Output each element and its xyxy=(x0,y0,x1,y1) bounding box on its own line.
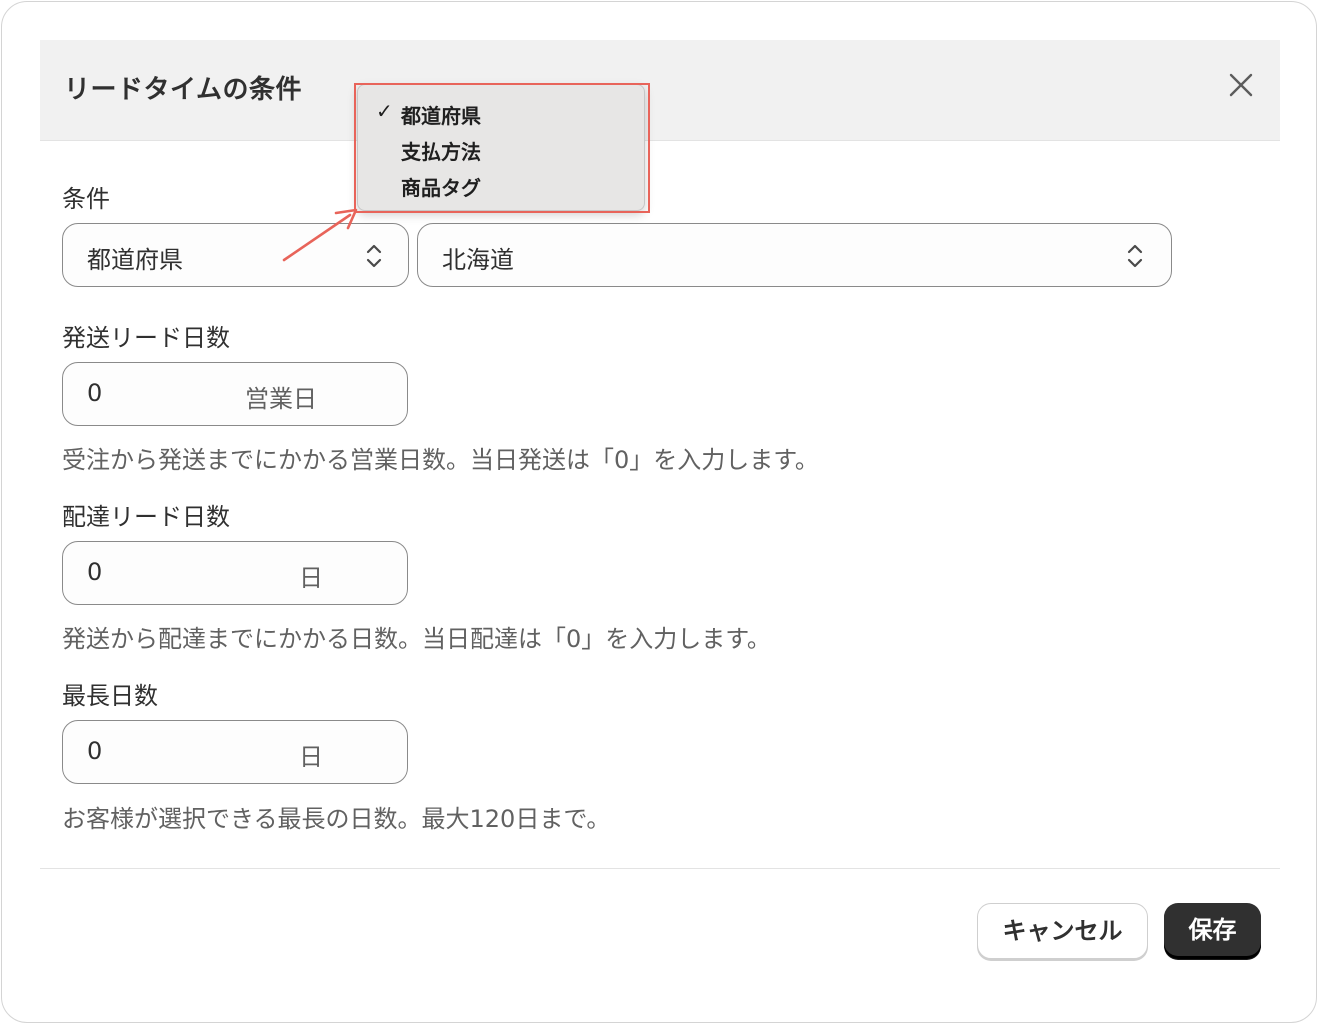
dropdown-option-label: 都道府県 xyxy=(401,104,481,128)
condition-label: 条件 xyxy=(62,185,110,213)
dropdown-option-prefecture[interactable]: ✓ 都道府県 xyxy=(358,94,644,128)
shipping-lead-label: 発送リード日数 xyxy=(62,324,230,352)
max-days-input[interactable]: 0 日 xyxy=(62,720,408,784)
save-button[interactable]: 保存 xyxy=(1164,903,1261,959)
lead-time-condition-modal: リードタイムの条件 条件 都道府県 北海道 発送リード日数 0 営業日 受注から… xyxy=(40,40,1280,985)
shipping-lead-suffix: 営業日 xyxy=(245,385,317,413)
chevron-up-down-icon xyxy=(366,244,382,268)
close-icon xyxy=(1229,73,1253,97)
dropdown-option-label: 支払方法 xyxy=(401,140,481,164)
delivery-lead-suffix: 日 xyxy=(299,564,323,592)
shipping-lead-value: 0 xyxy=(87,379,103,407)
chevron-up-down-icon xyxy=(1127,244,1143,268)
cancel-button[interactable]: キャンセル xyxy=(977,903,1148,959)
max-days-value: 0 xyxy=(87,737,103,765)
delivery-lead-input[interactable]: 0 日 xyxy=(62,541,408,605)
delivery-lead-value: 0 xyxy=(87,558,103,586)
modal-header: リードタイムの条件 xyxy=(40,40,1280,141)
dropdown-option-label: 商品タグ xyxy=(401,176,481,200)
shipping-lead-input[interactable]: 0 営業日 xyxy=(62,362,408,426)
close-button[interactable] xyxy=(1223,67,1259,103)
shipping-lead-help: 受注から発送までにかかる営業日数。当日発送は「0」を入力します。 xyxy=(62,446,819,474)
checkmark-icon: ✓ xyxy=(376,99,393,123)
delivery-lead-label: 配達リード日数 xyxy=(62,503,230,531)
max-days-label: 最長日数 xyxy=(62,682,158,710)
condition-type-select[interactable]: 都道府県 xyxy=(62,223,409,287)
condition-type-dropdown-menu: ✓ 都道府県 支払方法 商品タグ xyxy=(357,84,645,211)
condition-value-select[interactable]: 北海道 xyxy=(417,223,1172,287)
condition-type-value: 都道府県 xyxy=(87,246,183,274)
modal-title: リードタイムの条件 xyxy=(64,75,302,105)
dropdown-option-product-tag[interactable]: 商品タグ xyxy=(358,166,644,200)
footer-divider xyxy=(40,868,1280,869)
max-days-suffix: 日 xyxy=(299,743,323,771)
condition-value-value: 北海道 xyxy=(442,246,514,274)
max-days-help: お客様が選択できる最長の日数。最大120日まで。 xyxy=(62,805,611,833)
delivery-lead-help: 発送から配達までにかかる日数。当日配達は「0」を入力します。 xyxy=(62,625,771,653)
dropdown-option-payment-method[interactable]: 支払方法 xyxy=(358,130,644,164)
